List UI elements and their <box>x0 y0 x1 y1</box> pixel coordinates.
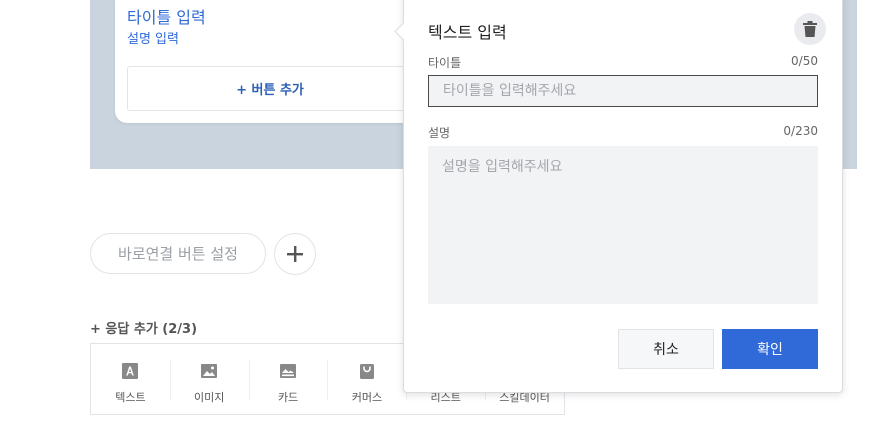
response-type-commerce[interactable]: 커머스 <box>327 344 406 414</box>
response-type-text[interactable]: 텍스트 <box>91 344 170 414</box>
add-card-button[interactable]: + 버튼 추가 <box>127 66 427 111</box>
response-type-label: 카드 <box>277 391 299 404</box>
description-char-counter: 0/230 <box>783 124 818 138</box>
description-field-label: 설명 <box>428 126 451 140</box>
confirm-button[interactable]: 확인 <box>722 329 818 369</box>
add-response-label: + 응답 추가 (2/3) <box>90 322 198 337</box>
delete-button[interactable] <box>794 13 826 45</box>
response-type-card[interactable]: 카드 <box>248 344 328 414</box>
add-quick-link-button[interactable] <box>274 233 316 275</box>
trash-icon <box>803 21 817 37</box>
title-input[interactable] <box>428 75 818 107</box>
response-type-label: 이미지 <box>194 391 225 404</box>
card-title[interactable]: 타이틀 입력 <box>127 4 206 28</box>
text-input-popup: 텍스트 입력 타이틀 0/50 설명 0/230 취소 확인 <box>394 0 843 393</box>
preview-card: 타이틀 입력 설명 입력 + 버튼 추가 <box>115 0 427 123</box>
title-field-label: 타이틀 <box>428 56 462 70</box>
cancel-button[interactable]: 취소 <box>618 329 714 369</box>
card-icon <box>280 364 297 378</box>
card-description[interactable]: 설명 입력 <box>127 28 179 47</box>
text-icon <box>122 363 139 379</box>
description-textarea[interactable] <box>428 146 818 304</box>
title-char-counter: 0/50 <box>791 54 818 68</box>
commerce-icon <box>359 364 374 379</box>
image-icon <box>201 364 218 378</box>
plus-icon <box>287 246 303 262</box>
popup-title: 텍스트 입력 <box>428 23 507 42</box>
response-type-image[interactable]: 이미지 <box>169 344 249 414</box>
quick-link-settings-button[interactable]: 바로연결 버튼 설정 <box>90 233 266 274</box>
response-type-label: 커머스 <box>351 391 383 404</box>
response-type-label: 텍스트 <box>115 391 146 404</box>
